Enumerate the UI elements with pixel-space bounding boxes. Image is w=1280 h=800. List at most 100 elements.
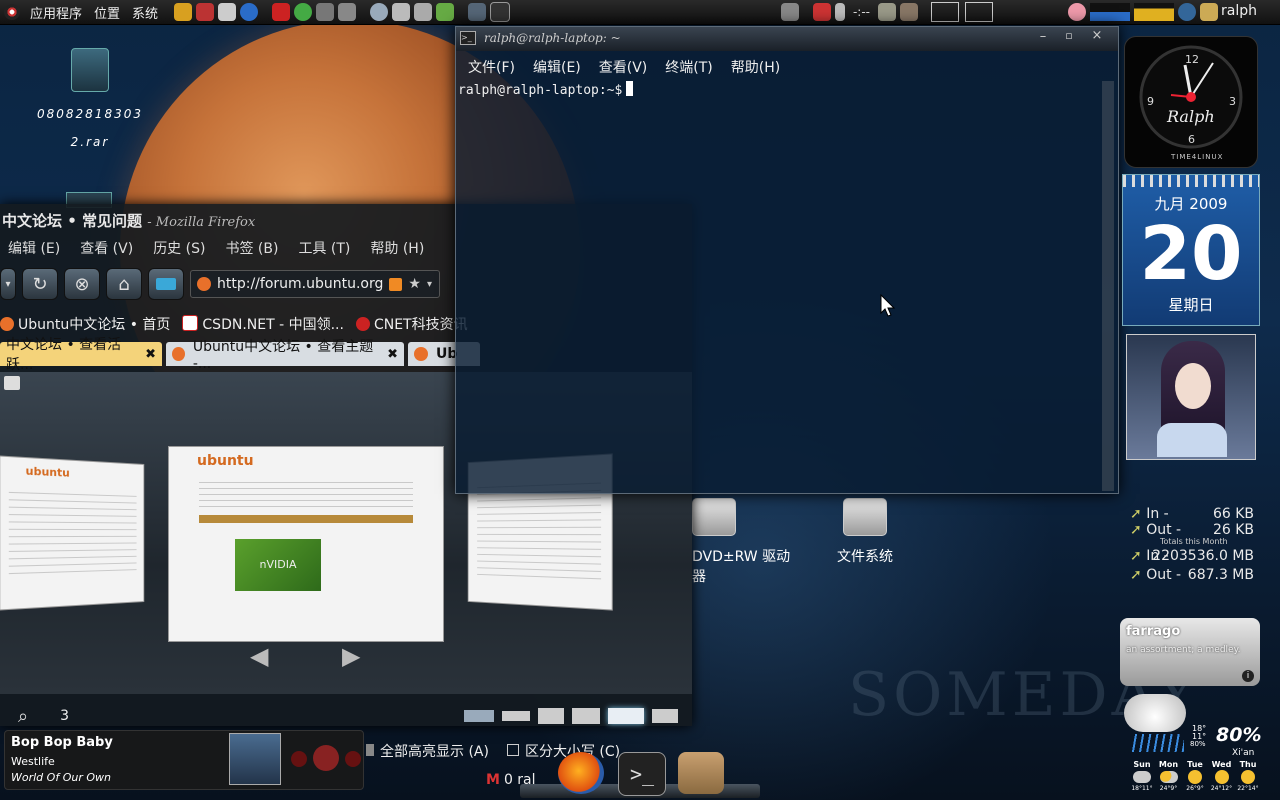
info-icon[interactable]: i	[1242, 670, 1254, 682]
tab-label: Ubuntu中文论坛 • 查看主题 -...	[192, 339, 374, 372]
tab-thumbnail-left[interactable]: ubuntu	[0, 455, 145, 611]
network-tray-icon[interactable]	[812, 3, 831, 21]
firefox-dock-icon[interactable]	[558, 752, 604, 794]
panel-clock[interactable]: -:--	[853, 5, 870, 19]
power-tray-icon[interactable]	[834, 3, 845, 21]
menu-file[interactable]: 文件(F)	[456, 57, 521, 79]
bookmark-item[interactable]: CNET科技资讯	[355, 314, 468, 334]
bookmark-item[interactable]: Ubuntu中文论坛 • 首页	[0, 314, 170, 334]
album-art[interactable]	[229, 733, 281, 785]
launcher-video-icon[interactable]	[316, 3, 335, 21]
url-bar[interactable]: http://forum.ubuntu.org ★ ▾	[190, 270, 440, 298]
menu-help[interactable]: 帮助 (H)	[362, 238, 432, 262]
emoticon-tray-icon[interactable]	[1068, 3, 1086, 21]
view-mode-5-icon[interactable]	[608, 708, 644, 724]
desktop-icon-filesystem[interactable]: 文件系统	[826, 498, 904, 566]
launcher-play-icon[interactable]	[294, 3, 313, 21]
bookmark-item[interactable]: CSDN.NET - 中国领...	[182, 314, 344, 334]
highlight-all-button[interactable]: 全部高亮显示 (A)	[366, 741, 489, 761]
launcher-superman-icon[interactable]	[272, 3, 291, 21]
view-mode-4-icon[interactable]	[572, 708, 600, 724]
close-tab-icon[interactable]: ✖	[145, 347, 156, 362]
calendar-widget[interactable]: 九月 2009 20 星期日	[1122, 174, 1260, 326]
launcher-skull-icon[interactable]	[218, 3, 237, 21]
maximize-button[interactable]: ▫	[1060, 29, 1078, 45]
previous-arrow-icon[interactable]: ◀	[250, 642, 268, 670]
menu-help[interactable]: 帮助(H)	[719, 57, 786, 79]
search-icon[interactable]: ⌕	[18, 706, 28, 727]
home-button[interactable]: ⌂	[106, 268, 142, 300]
url-dropdown-icon[interactable]: ▾	[427, 279, 432, 290]
menu-view[interactable]: 查看 (V)	[72, 238, 141, 262]
panel-user-name[interactable]: ralph	[1221, 3, 1257, 19]
weather-humidity-small: 80%	[1190, 740, 1206, 748]
thumb-header-bar	[199, 515, 413, 523]
workspace-2[interactable]	[965, 2, 993, 22]
menu-history[interactable]: 历史 (S)	[145, 238, 213, 262]
desktop-icon-rar[interactable]: 08082818303 2.rar	[26, 48, 154, 156]
menu-edit[interactable]: 编辑(E)	[521, 57, 587, 79]
terminal-menubar: 文件(F) 编辑(E) 查看(V) 终端(T) 帮助(H)	[456, 57, 1118, 79]
photo-frame-widget[interactable]	[1126, 334, 1256, 460]
speaker-tray-icon[interactable]	[900, 3, 918, 21]
rss-icon[interactable]	[389, 277, 403, 291]
terminal-app-icon[interactable]: >_	[460, 31, 476, 45]
launcher-blue-icon[interactable]	[174, 3, 193, 21]
next-arrow-icon[interactable]: ▶	[342, 642, 360, 670]
mail-icon[interactable]	[4, 376, 20, 390]
minimize-button[interactable]: –	[1034, 29, 1052, 45]
trash-tray-icon[interactable]	[878, 3, 896, 21]
ubuntu-logo-icon[interactable]	[4, 4, 20, 20]
close-tab-icon[interactable]: ✖	[387, 347, 398, 362]
stop-button[interactable]: ⊗	[64, 268, 100, 300]
view-mode-6-icon[interactable]	[652, 709, 678, 723]
launcher-terminal-icon[interactable]	[490, 2, 511, 22]
nvidia-image: nVIDIA	[235, 539, 321, 591]
menu-places[interactable]: 位置	[88, 3, 126, 22]
tab-active-topics[interactable]: 中文论坛 • 查看活跃... ✖	[0, 337, 162, 373]
lock-tray-icon[interactable]	[1200, 3, 1218, 21]
desktop-icon-dvd[interactable]: DVD±RW 驱动器	[692, 498, 792, 586]
menu-terminal[interactable]: 终端(T)	[653, 57, 718, 79]
launcher-film-icon[interactable]	[338, 3, 357, 21]
workspace-1[interactable]	[931, 2, 959, 22]
launcher-keyboard-icon[interactable]	[392, 3, 411, 21]
weather-widget[interactable]: 18° 11° 80% 80% Xi'an Sun 18°11° Mon 24°…	[1120, 690, 1261, 800]
music-player-widget[interactable]: Bop Bop Baby Westlife World Of Our Own	[4, 730, 364, 790]
terminal-text-area[interactable]: ralph@ralph-laptop:~$	[458, 81, 1102, 491]
word-of-day-widget[interactable]: farrago an assortment; a medley. i	[1120, 618, 1260, 686]
bookmark-star-icon[interactable]: ★	[408, 276, 421, 292]
keyboard-tray-icon[interactable]	[780, 3, 799, 21]
menu-tools[interactable]: 工具 (T)	[290, 238, 358, 262]
launcher-devil-icon[interactable]	[196, 3, 215, 21]
close-button[interactable]: ×	[1088, 28, 1106, 44]
forecast-day: Mon 24°9°	[1157, 760, 1181, 792]
earth-tray-icon[interactable]	[1178, 3, 1196, 21]
next-track-button[interactable]	[345, 751, 361, 767]
tab-thumbnail-center[interactable]: ubuntu nVIDIA	[168, 446, 444, 642]
menu-applications[interactable]: 应用程序	[24, 3, 88, 22]
view-mode-3-icon[interactable]	[538, 708, 564, 724]
view-mode-2-icon[interactable]	[502, 711, 530, 721]
back-dropdown-button[interactable]: ▾	[0, 268, 16, 300]
menu-view[interactable]: 查看(V)	[587, 57, 654, 79]
terminal-scrollbar[interactable]	[1102, 81, 1114, 491]
reload-button[interactable]: ↻	[22, 268, 58, 300]
analog-clock-widget[interactable]: 12 3 6 9 Ralph TIME4LINUX	[1124, 36, 1258, 168]
play-pause-button[interactable]	[313, 745, 339, 771]
menu-edit[interactable]: 编辑 (E)	[0, 238, 68, 262]
launcher-book-icon[interactable]	[436, 3, 455, 21]
tab-view-topic[interactable]: Ubuntu中文论坛 • 查看主题 -... ✖	[166, 339, 404, 372]
previous-track-button[interactable]	[291, 751, 307, 767]
terminal-dock-icon[interactable]: >_	[618, 752, 666, 796]
launcher-search-icon[interactable]	[370, 3, 389, 21]
view-mode-1-icon[interactable]	[464, 710, 494, 722]
extension-button[interactable]	[148, 268, 184, 300]
launcher-swirl-icon[interactable]	[240, 3, 259, 21]
menu-bookmarks[interactable]: 书签 (B)	[217, 238, 286, 262]
bookmark-label: CSDN.NET - 中国领...	[202, 317, 344, 333]
launcher-monitor-icon[interactable]	[414, 3, 433, 21]
launcher-screen-icon[interactable]	[468, 3, 487, 21]
file-manager-dock-icon[interactable]	[678, 752, 724, 794]
menu-system[interactable]: 系统	[126, 3, 164, 22]
